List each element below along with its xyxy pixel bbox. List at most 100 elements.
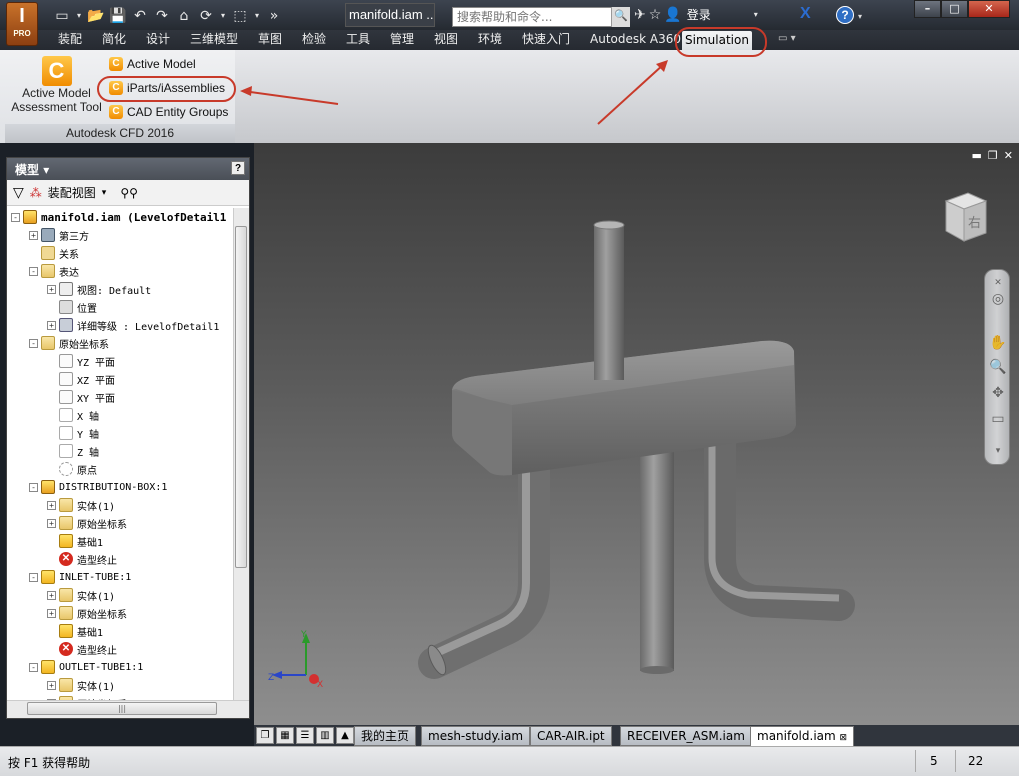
doc-tab-home[interactable]: 我的主页	[354, 726, 417, 746]
tree-root[interactable]: - manifold.iam (LevelofDetail1	[11, 208, 226, 226]
tree-node[interactable]: XZ 平面	[47, 370, 115, 388]
signin-dropdown-icon[interactable]: ▾	[754, 10, 758, 19]
browser-title[interactable]: 模型 ▾	[15, 161, 49, 178]
more-commands-icon[interactable]: »	[264, 6, 284, 26]
tree-node[interactable]: - 原始坐标系	[29, 334, 109, 352]
tree-node[interactable]: + 第三方	[29, 226, 89, 244]
expand-icon[interactable]: +	[47, 590, 56, 600]
tab-get-started[interactable]: 快速入门	[522, 30, 570, 50]
expand-icon[interactable]: +	[47, 518, 56, 528]
tile-vertical-icon[interactable]: ▥	[316, 727, 334, 744]
tab-tools[interactable]: 工具	[346, 30, 370, 50]
view-dropdown-icon[interactable]: ▾	[102, 188, 107, 198]
doc-tab-mesh-study[interactable]: mesh-study.iam	[421, 726, 531, 746]
update-dropdown-icon[interactable]: ▾	[218, 6, 228, 26]
tree-node[interactable]: ✕ 造型终止	[47, 640, 117, 658]
tree-node[interactable]: + 原始坐标系	[47, 514, 127, 532]
collapse-icon[interactable]: -	[29, 572, 38, 582]
sign-in-link[interactable]: 登录	[687, 6, 711, 23]
tree-node[interactable]: 基础1	[47, 622, 103, 640]
exchange-apps-icon[interactable]: X	[800, 5, 811, 23]
tree-node[interactable]: 原点	[47, 460, 97, 478]
pan-hand-icon[interactable]: ✋	[989, 334, 1007, 352]
undo-icon[interactable]: ↶	[130, 6, 150, 26]
tab-environments[interactable]: 环境	[478, 30, 502, 50]
select-icon[interactable]: ⬚	[230, 6, 250, 26]
user-icon[interactable]: 👤	[664, 7, 681, 23]
tree-node[interactable]: Z 轴	[47, 442, 99, 460]
expand-icon[interactable]: +	[47, 680, 56, 690]
tree-node[interactable]: YZ 平面	[47, 352, 115, 370]
zoom-icon[interactable]: 🔍	[989, 358, 1007, 376]
doc-list-arrow-icon[interactable]: ▲	[336, 727, 354, 744]
tab-3d-model[interactable]: 三维模型	[190, 30, 238, 50]
redo-icon[interactable]: ↷	[152, 6, 172, 26]
tree-node[interactable]: - OUTLET-TUBE1:1	[29, 658, 143, 676]
save-icon[interactable]: 💾	[108, 6, 128, 26]
update-icon[interactable]: ⟳	[196, 6, 216, 26]
viewcube[interactable]: 右	[940, 189, 990, 245]
steering-wheel-icon[interactable]: ◎	[989, 290, 1007, 308]
active-model-button[interactable]: C Active Model	[109, 54, 196, 74]
tab-close-icon[interactable]: ⊠	[840, 733, 848, 743]
find-binoculars-icon[interactable]: ⚲⚲	[120, 186, 138, 200]
cad-entity-groups-button[interactable]: C CAD Entity Groups	[109, 102, 228, 122]
tab-assemble[interactable]: 装配	[58, 30, 82, 50]
tree-node[interactable]: 位置	[47, 298, 97, 316]
doc-tab-car-air[interactable]: CAR-AIR.ipt	[530, 726, 612, 746]
communication-icon[interactable]: ✈	[634, 7, 646, 23]
navbar-options-icon[interactable]: ▾	[989, 442, 1007, 460]
tab-manage[interactable]: 管理	[390, 30, 414, 50]
tree-node[interactable]: + 原始坐标系	[47, 604, 127, 622]
tab-view[interactable]: 视图	[434, 30, 458, 50]
expand-icon[interactable]: +	[47, 284, 56, 294]
tab-inspect[interactable]: 检验	[302, 30, 326, 50]
maximize-button[interactable]: □	[941, 0, 968, 18]
select-dropdown-icon[interactable]: ▾	[252, 6, 262, 26]
tree-node[interactable]: 基础1	[47, 532, 103, 550]
collapse-icon[interactable]: -	[29, 482, 38, 492]
tab-a360[interactable]: Autodesk A360	[590, 30, 681, 50]
assembly-view-label[interactable]: 装配视图	[48, 184, 96, 201]
tree-node[interactable]: - INLET-TUBE:1	[29, 568, 131, 586]
tree-node[interactable]: - 表达	[29, 262, 79, 280]
assembly-view-icon[interactable]: ⁂	[30, 186, 42, 200]
help-icon[interactable]: ?	[836, 6, 854, 24]
expand-icon[interactable]: +	[29, 230, 38, 240]
search-icon[interactable]: 🔍	[611, 7, 630, 27]
tree-node[interactable]: - DISTRIBUTION-BOX:1	[29, 478, 167, 496]
application-menu-button[interactable]: I PRO	[6, 2, 38, 46]
active-model-assessment-tool-button[interactable]: C Active Model Assessment Tool	[9, 56, 104, 126]
tree-node[interactable]: + 详细等级 : LevelofDetail1	[47, 316, 219, 334]
favorites-star-icon[interactable]: ☆	[649, 7, 662, 23]
minimize-button[interactable]: –	[914, 0, 941, 18]
tree-node[interactable]: + 实体(1)	[47, 586, 115, 604]
new-dropdown-icon[interactable]: ▾	[74, 6, 84, 26]
help-search-input[interactable]	[452, 7, 630, 27]
cascade-windows-icon[interactable]: ❐	[256, 727, 274, 744]
tree-node[interactable]: XY 平面	[47, 388, 115, 406]
help-dropdown-icon[interactable]: ▾	[858, 12, 862, 21]
expand-icon[interactable]: +	[47, 608, 56, 618]
close-button[interactable]: ✕	[968, 0, 1010, 18]
tree-node[interactable]: + 实体(1)	[47, 676, 115, 694]
tab-sketch[interactable]: 草图	[258, 30, 282, 50]
tree-node[interactable]: Y 轴	[47, 424, 99, 442]
filter-icon[interactable]: ▽	[13, 185, 24, 201]
browser-scroll-thumb[interactable]	[235, 226, 247, 568]
tree-node[interactable]: + 实体(1)	[47, 496, 115, 514]
tab-design[interactable]: 设计	[146, 30, 170, 50]
orbit-icon[interactable]: ✥	[989, 384, 1007, 402]
manifold-model[interactable]: Y Z X	[254, 143, 1019, 725]
collapse-icon[interactable]: -	[29, 662, 38, 672]
open-folder-icon[interactable]: 📂	[86, 6, 106, 26]
doc-tab-manifold[interactable]: manifold.iam ⊠	[750, 726, 855, 746]
tree-node[interactable]: X 轴	[47, 406, 99, 424]
browser-help-icon[interactable]: ?	[231, 161, 245, 175]
tree-node[interactable]: + 视图: Default	[47, 280, 151, 298]
tile-horizontal-icon[interactable]: ☰	[296, 727, 314, 744]
tree-node[interactable]: 关系	[29, 244, 79, 262]
collapse-icon[interactable]: -	[29, 338, 38, 348]
collapse-icon[interactable]: -	[29, 266, 38, 276]
expand-icon[interactable]: +	[47, 500, 56, 510]
